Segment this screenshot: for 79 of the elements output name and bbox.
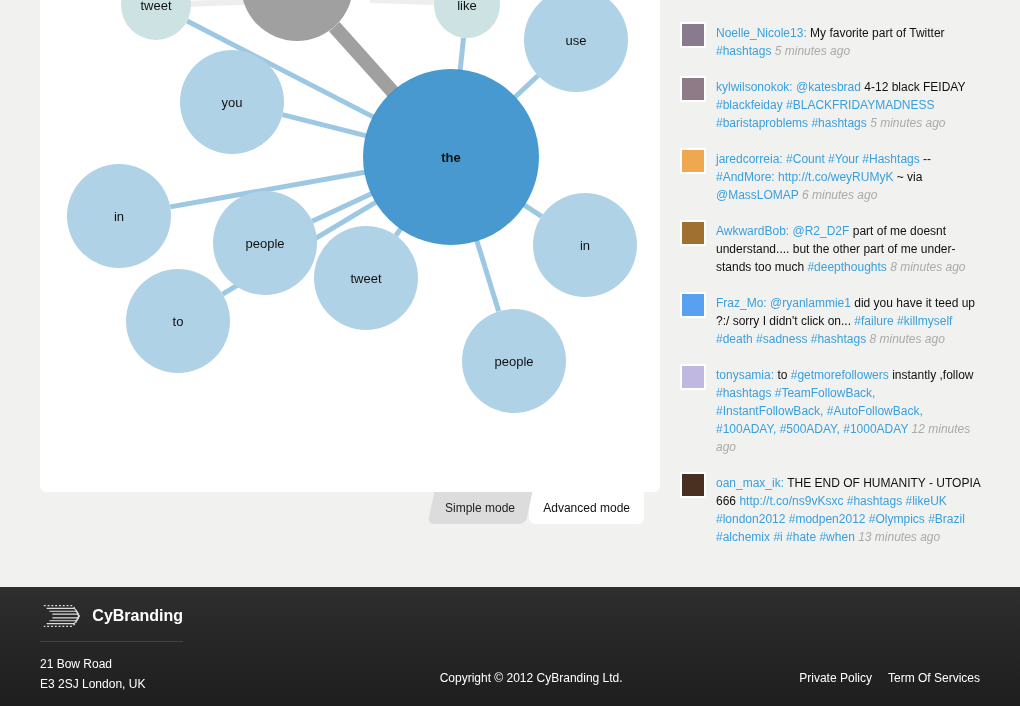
tweet-link[interactable]: #500ADAY, xyxy=(779,422,840,436)
tweet-link[interactable]: #Hashtags xyxy=(862,152,920,166)
word-node[interactable]: tweet xyxy=(121,0,191,40)
tweet-link[interactable]: #1000ADAY xyxy=(843,422,909,436)
tweet-link[interactable]: #BLACKFRIDAYMADNESS xyxy=(786,98,935,112)
word-node[interactable]: use xyxy=(524,0,628,92)
tweet-text: kylwilsonokok: @katesbrad 4-12 black FEIDAY #blackfeiday #BLACKFRIDAYMADNESS #baristaproblems #hashtags 5 minutes ago xyxy=(716,79,967,132)
tweet-link[interactable]: http://t.co/weyRUMyK xyxy=(778,170,894,184)
tweet-link[interactable]: #100ADAY, xyxy=(716,422,777,436)
tweet-link[interactable]: #sadness xyxy=(756,332,808,346)
word-node[interactable]: people xyxy=(213,191,317,295)
username-link[interactable]: AwkwardBob: xyxy=(716,224,790,238)
word-node[interactable]: in xyxy=(533,193,637,297)
avatar-photo-placeholder xyxy=(680,76,706,102)
mode-tab[interactable]: Simple mode xyxy=(427,492,533,524)
tweet-link[interactable]: #TeamFollowBack, xyxy=(774,386,876,400)
tweet-text: Noelle_Nicole13: My favorite part of Twitter #hashtags 5 minutes ago xyxy=(716,25,946,60)
tweet-link[interactable]: #Your xyxy=(828,152,859,166)
tweet-text: AwkwardBob: @R2_D2F part of me doesnt understand.... but the other part of me under-stands too much #deepthoughts 8 minutes ago xyxy=(716,223,967,276)
word-node[interactable]: to xyxy=(126,269,230,373)
username-link[interactable]: jaredcorreia: xyxy=(716,152,783,166)
word-node[interactable]: like xyxy=(434,0,500,38)
word-node[interactable]: the xyxy=(363,69,539,245)
tweet-link[interactable]: #hashtags xyxy=(846,494,903,508)
tweet-link[interactable]: #InstantFollowBack, xyxy=(716,404,824,418)
avatar-photo-placeholder xyxy=(680,364,706,390)
word-node[interactable]: in xyxy=(67,164,171,268)
tweet-link[interactable]: #london2012 xyxy=(716,512,786,526)
tweet-link[interactable]: #hashtags xyxy=(811,116,867,130)
footer-link[interactable]: Private Policy xyxy=(799,669,872,706)
tweet-link[interactable]: #getmorefollowers xyxy=(790,368,889,382)
tweet-link[interactable]: #blackfeiday xyxy=(716,98,783,112)
tweet-link[interactable]: #killmyself xyxy=(897,314,953,328)
avatar-photo-placeholder xyxy=(680,22,706,48)
footer-link[interactable]: Term Of Services xyxy=(888,669,980,706)
tweet-link[interactable]: #Olympics xyxy=(868,512,925,526)
tweet-link[interactable]: @MassLOMAP xyxy=(716,188,799,202)
tweet-link[interactable]: @ryanlammie1 xyxy=(770,296,851,310)
avatar-photo-placeholder xyxy=(680,292,706,318)
tweet-link[interactable]: @katesbrad xyxy=(796,80,861,94)
avatar-photo-placeholder xyxy=(680,220,706,246)
tweet-link[interactable]: #failure xyxy=(854,314,894,328)
tweet-link[interactable]: #hashtags xyxy=(810,332,867,346)
mode-tab[interactable]: Advanced mode xyxy=(529,492,644,524)
tweet-link[interactable]: @R2_D2F xyxy=(792,224,850,238)
tweet-link[interactable]: #death xyxy=(716,332,753,346)
avatar-photo-placeholder xyxy=(680,472,706,498)
tweet-link[interactable]: #likeUK xyxy=(905,494,947,508)
tweet-link[interactable]: #Count xyxy=(786,152,825,166)
tweet-link[interactable]: #i xyxy=(773,530,783,544)
address-line: E3 2SJ London, UK xyxy=(40,676,147,693)
username-link[interactable]: oan_max_ik: xyxy=(716,476,785,490)
tweet-link[interactable]: #modpen2012 xyxy=(788,512,866,526)
copyright-text: Copyright © 2012 CyBranding Ltd. xyxy=(439,670,623,687)
address-line: 21 Bow Road xyxy=(40,656,114,673)
tweet-link[interactable]: #Brazil xyxy=(928,512,965,526)
username-link[interactable]: kylwilsonokok: xyxy=(716,80,793,94)
word-node[interactable]: tweet xyxy=(314,226,418,330)
tweet-text: oan_max_ik: THE END OF HUMANITY - UTOPIA 666 http://t.co/ns9vKsxc #hashtags #likeUK #london2012 #modpen2012 #Olympics #Brazil #alchemix #i #hate #when 13 minutes ago xyxy=(716,475,982,546)
tweet-link[interactable]: #AndMore: xyxy=(716,170,775,184)
tweet-link[interactable]: #alchemix xyxy=(716,530,771,544)
username-link[interactable]: tonysamia: xyxy=(716,368,775,382)
username-link[interactable]: Fraz_Mo: xyxy=(716,296,767,310)
brand-name: CyBranding xyxy=(92,606,183,626)
word-node[interactable]: you xyxy=(180,50,284,154)
tweet-link[interactable]: #hate xyxy=(786,530,817,544)
tweet-text: jaredcorreia: #Count #Your #Hashtags -- #AndMore: http://t.co/weyRUMyK ~ via @MassLOMAP 6 minutes ago xyxy=(716,151,933,204)
username-link[interactable]: Noelle_Nicole13: xyxy=(716,26,807,40)
tweet-link[interactable]: #hashtags xyxy=(716,44,772,58)
tweet-text: Fraz_Mo: @ryanlammie1 did you have it teed up ?:/ sorry I didn't click on... #failure #killmyself #death #sadness #hashtags 8 minutes ago xyxy=(716,295,976,348)
tweet-link[interactable]: #AutoFollowBack, xyxy=(826,404,923,418)
tweet-link[interactable]: #hashtags xyxy=(716,386,772,400)
tweet-link[interactable]: #baristaproblems xyxy=(716,116,809,130)
tweet-link[interactable]: #deepthoughts xyxy=(807,260,887,274)
tweet-text: tonysamia: to #getmorefollowers instantly ,follow #hashtags #TeamFollowBack, #InstantFollowBack, #AutoFollowBack, #100ADAY, #500ADAY, #1000ADAY 12 minutes ago xyxy=(716,367,975,456)
word-node[interactable]: people xyxy=(462,309,566,413)
avatar-photo-placeholder xyxy=(680,148,706,174)
tweet-link[interactable]: #when xyxy=(819,530,855,544)
tweet-link[interactable]: http://t.co/ns9vKsxc xyxy=(739,494,844,508)
